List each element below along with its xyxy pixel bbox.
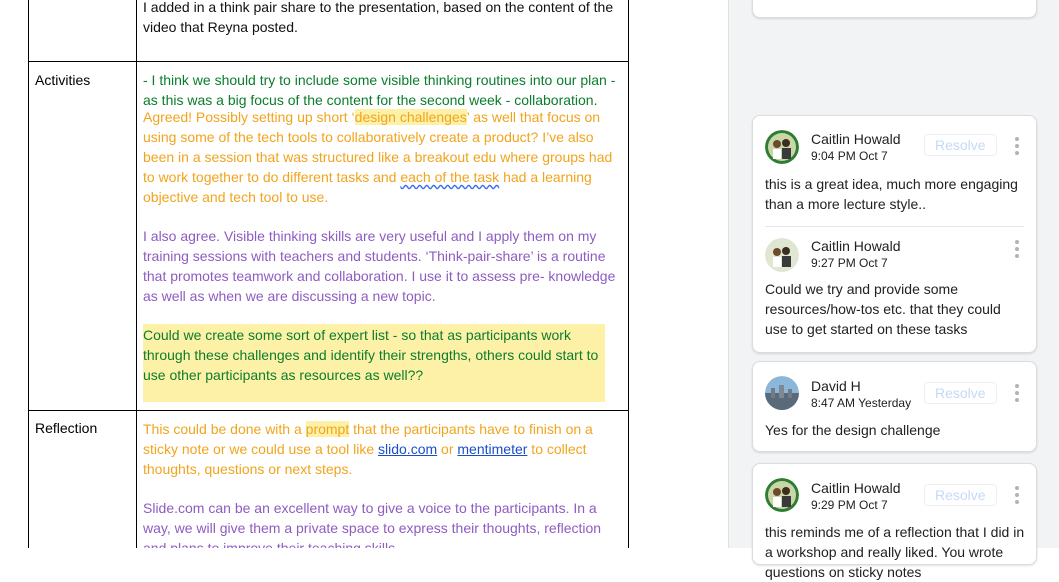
table-row-divider: [28, 410, 629, 411]
avatar-caitlin-icon: [765, 478, 799, 512]
highlight-prompt[interactable]: prompt: [305, 421, 350, 437]
activities-paragraph-1[interactable]: - I think we should try to include some …: [143, 70, 623, 110]
reflection-label: Reflection: [35, 420, 98, 436]
reflection-paragraph-1[interactable]: This could be done with a prompt that th…: [143, 419, 623, 479]
comment-author: Caitlin Howald: [811, 131, 901, 147]
comment-card-3[interactable]: Caitlin Howald 9:29 PM Oct 7 Resolve thi…: [752, 463, 1037, 580]
resolve-button[interactable]: Resolve: [924, 134, 997, 156]
document-page: I added in a think pair share to the pre…: [0, 0, 728, 548]
reply-divider: [765, 226, 1024, 227]
comment-author: David H: [811, 378, 861, 394]
comment-card-1[interactable]: Caitlin Howald 9:04 PM Oct 7 Resolve thi…: [752, 115, 1037, 353]
comment-author: Caitlin Howald: [811, 238, 901, 254]
table-border-middle: [136, 0, 137, 548]
comment-card-partial[interactable]: [752, 0, 1037, 18]
spelling-suggestion[interactable]: each of the task: [400, 169, 499, 185]
comment-card-2[interactable]: David H 8:47 AM Yesterday Resolve Yes fo…: [752, 361, 1037, 452]
more-vert-icon[interactable]: [1015, 486, 1019, 504]
activities-paragraph-3[interactable]: I also agree. Visible thinking skills ar…: [143, 226, 623, 306]
comment-time: 9:04 PM Oct 7: [811, 149, 888, 163]
resolve-button[interactable]: Resolve: [924, 484, 997, 506]
resolve-button[interactable]: Resolve: [924, 382, 997, 404]
more-vert-icon[interactable]: [1015, 240, 1019, 258]
more-vert-icon[interactable]: [1015, 137, 1019, 155]
table-border-right: [628, 0, 629, 548]
comment-author: Caitlin Howald: [811, 480, 901, 496]
more-vert-icon[interactable]: [1015, 384, 1019, 402]
activities-paragraph-2[interactable]: Agreed! Possibly setting up short ‘desig…: [143, 107, 623, 207]
avatar-caitlin-icon: [765, 238, 799, 272]
comment-text: Yes for the design challenge: [765, 422, 941, 438]
slido-link[interactable]: slido.com: [378, 441, 437, 457]
comment-time: 9:29 PM Oct 7: [811, 498, 888, 512]
comment-time: 9:27 PM Oct 7: [811, 256, 888, 270]
comment-text: this reminds me of a reflection that I d…: [765, 524, 1025, 580]
comment-text: this is a great idea, much more engaging…: [765, 176, 1018, 212]
table-border-left: [28, 0, 29, 548]
comment-text: Could we try and provide some resources/…: [765, 281, 1001, 337]
previous-row-text[interactable]: I added in a think pair share to the pre…: [143, 0, 623, 37]
activities-label: Activities: [35, 72, 91, 88]
highlight-design-challenges[interactable]: design challenges: [354, 109, 467, 125]
panel-divider: [728, 0, 729, 548]
reflection-paragraph-2[interactable]: Slide.com can be an excellent way to giv…: [143, 498, 623, 548]
comment-time: 8:47 AM Yesterday: [811, 396, 912, 410]
avatar-caitlin-icon: [765, 130, 799, 164]
mentimeter-link[interactable]: mentimeter: [457, 441, 527, 457]
activities-paragraph-4[interactable]: Could we create some sort of expert list…: [143, 325, 605, 385]
table-row-divider: [28, 61, 629, 62]
avatar-david-icon: [765, 376, 799, 410]
